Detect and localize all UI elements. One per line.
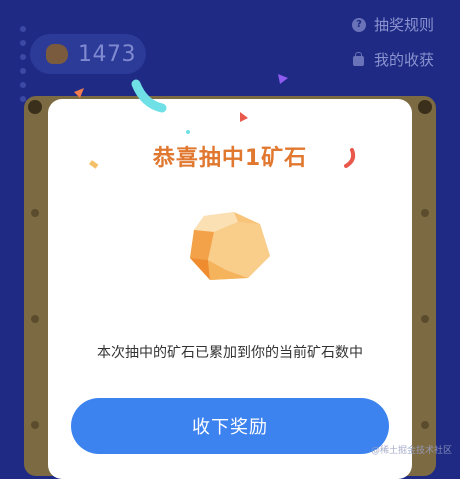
- confetti-triangle: [278, 74, 288, 84]
- watermark: @稀土掘金技术社区: [370, 446, 452, 456]
- confetti-dot: [186, 130, 190, 134]
- claim-reward-button[interactable]: 收下奖励: [71, 398, 389, 454]
- confetti-triangle: [240, 112, 248, 122]
- confetti-ribbon: [131, 79, 167, 113]
- dialog-title: 恭喜抽中1矿石: [152, 146, 308, 171]
- ore-icon: [190, 212, 270, 280]
- confetti-triangle: [74, 88, 84, 98]
- prize-message: 本次抽中的矿石已累加到你的当前矿石数中: [97, 345, 363, 361]
